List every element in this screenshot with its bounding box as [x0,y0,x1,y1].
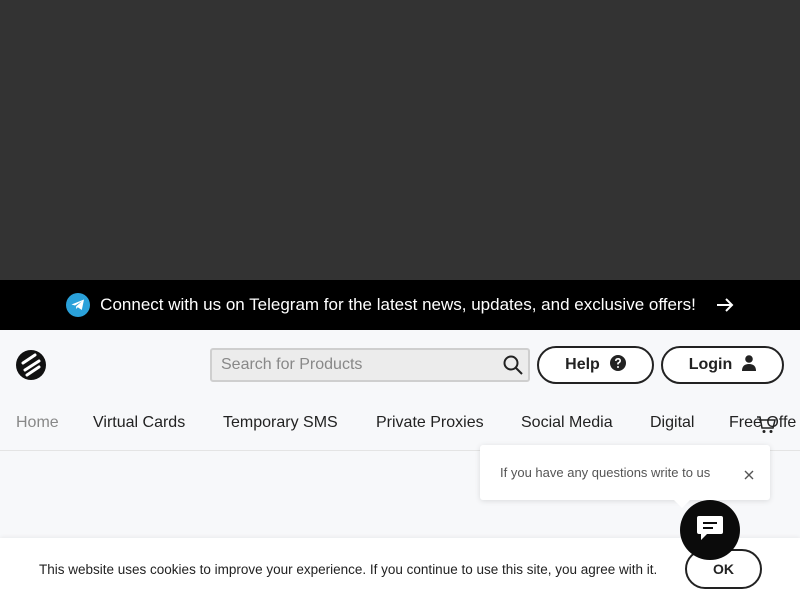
telegram-icon [66,293,91,317]
user-icon [742,354,757,376]
login-button-label: Login [688,356,733,373]
arrow-right-icon[interactable] [716,297,734,313]
main-nav: Home Virtual Cards Temporary SMS Private… [0,400,800,451]
video-placeholder [0,0,800,280]
question-icon [609,354,626,376]
chat-popup-text: If you have any questions write to us [500,465,711,480]
search-box [210,348,530,382]
nav-item-temporary-sms[interactable]: Temporary SMS [223,414,338,432]
chat-button[interactable] [680,500,740,560]
logo-icon[interactable] [16,350,46,380]
search-input[interactable] [212,350,498,380]
search-icon[interactable] [498,355,528,375]
chat-popup: If you have any questions write to us [480,445,770,500]
nav-item-private-proxies[interactable]: Private Proxies [376,414,484,432]
telegram-banner-text: Connect with us on Telegram for the late… [100,295,696,314]
login-button[interactable]: Login [661,346,784,384]
chat-icon [696,515,724,546]
help-button-label: Help [565,356,600,373]
cookie-banner: This website uses cookies to improve you… [0,538,800,600]
close-icon[interactable] [744,467,754,485]
chat-popup-tail [672,498,692,508]
nav-item-home[interactable]: Home [16,414,59,432]
nav-item-digital[interactable]: Digital [650,414,694,432]
site-header: Help Login [0,330,800,400]
help-button[interactable]: Help [537,346,654,384]
telegram-banner[interactable]: Connect with us on Telegram for the late… [0,280,800,330]
nav-item-social-media[interactable]: Social Media [521,414,613,432]
cart-icon[interactable] [756,416,776,439]
nav-item-virtual-cards[interactable]: Virtual Cards [93,414,185,432]
cookie-text: This website uses cookies to improve you… [39,562,658,577]
